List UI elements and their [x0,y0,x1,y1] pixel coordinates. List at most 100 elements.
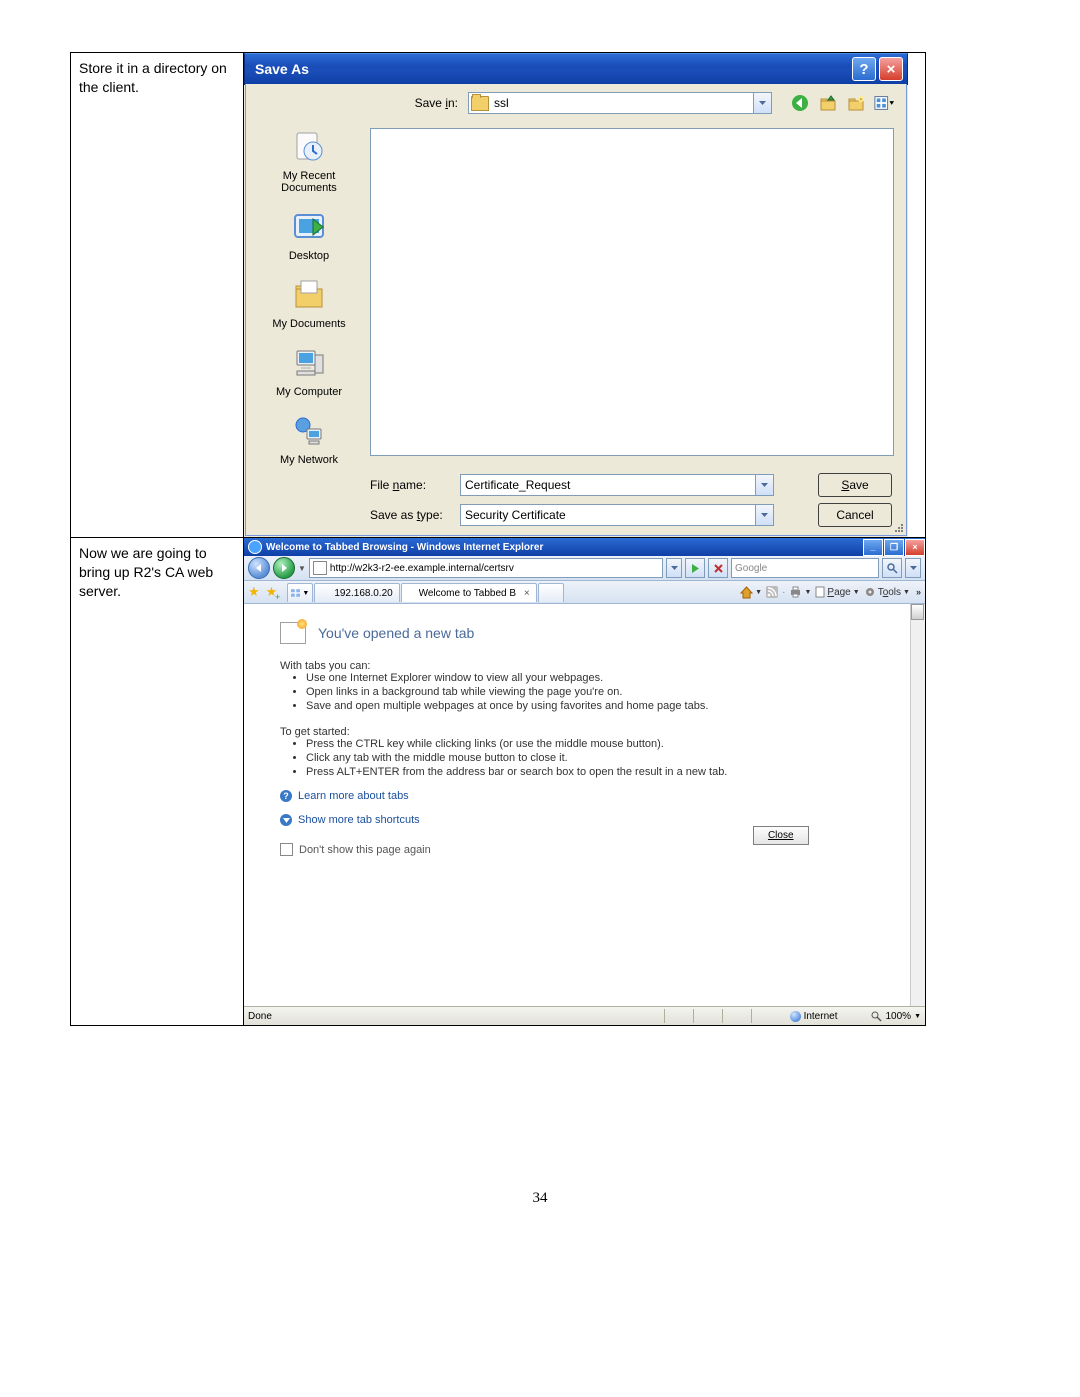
resize-grip-icon[interactable] [892,521,904,533]
dont-show-checkbox[interactable] [280,843,293,856]
vertical-scrollbar[interactable] [910,604,925,1007]
place-mycomputer[interactable]: My Computer [259,344,359,398]
zoom-icon [871,1011,882,1022]
get-started-list: Press the CTRL key while clicking links … [306,738,889,778]
search-dropdown[interactable] [905,558,921,578]
my-documents-icon [290,276,328,314]
restore-button[interactable]: ❐ [884,539,904,556]
back-button[interactable] [248,557,270,579]
place-desktop[interactable]: Desktop [259,208,359,262]
save-button[interactable]: Save [818,473,892,497]
go-refresh-button[interactable] [685,558,705,578]
place-mydocuments[interactable]: My Documents [259,276,359,330]
security-zone[interactable]: Internet [790,1011,838,1022]
go-back-icon[interactable] [790,93,810,113]
gear-icon [864,586,876,598]
up-one-level-icon[interactable] [818,93,838,113]
place-recent[interactable]: My Recent Documents [259,128,359,194]
ie-favorites-bar: ★ ★+ ▼ 192.168.0.20 [244,581,925,604]
type-dropdown-arrow[interactable] [755,504,774,526]
new-folder-icon[interactable]: ✶ [846,93,866,113]
page-number: 34 [0,1190,1080,1207]
filename-dropdown-arrow[interactable] [755,474,774,496]
show-more-link[interactable]: Show more tab shortcuts [280,814,889,826]
filename-label: File name: [370,478,460,492]
forward-button[interactable] [273,557,295,579]
favorites-center-icon[interactable]: ★ [248,584,260,600]
caption-cell-2: Now we are going to bring up R2's CA web… [71,538,244,1026]
home-icon [740,586,753,599]
help-button[interactable]: ? [852,57,876,81]
tab-close-icon[interactable]: × [524,588,530,599]
tools-menu[interactable]: Tools▼ [864,586,910,598]
dialog-titlebar[interactable]: Save As ? × [244,53,908,85]
search-box[interactable]: Google [731,558,879,578]
favorite-link-tab[interactable]: 192.168.0.20 [314,583,399,602]
newtab-heading: You've opened a new tab [318,625,474,641]
place-label: My Network [280,454,338,466]
ie-titlebar[interactable]: Welcome to Tabbed Browsing - Windows Int… [244,538,925,556]
save-as-dialog: Save As ? × Save in: ssl [244,53,908,537]
zoom-control[interactable]: 100% ▼ [871,1011,921,1022]
my-network-icon [290,412,328,450]
save-in-dropdown-arrow[interactable] [753,92,772,114]
minimize-button[interactable]: _ [863,539,883,556]
save-in-value: ssl [494,96,509,110]
place-label: My Computer [276,386,342,398]
search-go-button[interactable] [882,558,902,578]
print-menu[interactable]: ▼ [789,586,811,598]
add-favorites-icon[interactable]: ★+ [266,584,278,600]
search-placeholder: Google [735,563,767,574]
close-button[interactable]: × [905,539,925,556]
learn-more-link[interactable]: ? Learn more about tabs [280,790,889,802]
cancel-button[interactable]: Cancel [818,503,892,527]
address-text: http://w2k3-r2-ee.example.internal/certs… [330,563,514,574]
print-icon [789,586,802,598]
address-dropdown[interactable] [666,558,682,578]
feeds-button[interactable] [766,586,778,598]
close-button[interactable]: × [879,57,903,81]
with-tabs-list: Use one Internet Explorer window to view… [306,672,889,712]
ie-content-area: You've opened a new tab With tabs you ca… [244,603,925,1007]
ie-window-title: Welcome to Tabbed Browsing - Windows Int… [266,542,543,553]
dialog-title: Save As [255,61,309,77]
views-icon[interactable] [874,93,894,113]
new-tab-icon [280,622,306,644]
my-computer-icon [290,344,328,382]
chevron-more-icon[interactable]: » [916,587,921,597]
ie-page-icon [408,588,416,598]
stop-button[interactable] [708,558,728,578]
ie-window: Welcome to Tabbed Browsing - Windows Int… [244,538,925,1025]
save-in-combo[interactable]: ssl [468,92,754,114]
active-tab[interactable]: Welcome to Tabbed Brow… × [401,583,537,602]
close-content-button[interactable]: Close [753,826,809,845]
page-icon [815,586,825,598]
internet-zone-icon [790,1011,801,1022]
list-item: Press ALT+ENTER from the address bar or … [306,766,889,778]
place-label: My Recent Documents [281,170,337,194]
caption-cell-1: Store it in a directory on the client. [71,53,244,538]
place-mynetwork[interactable]: My Network [259,412,359,466]
dont-show-label: Don't show this page again [299,844,431,856]
help-icon: ? [280,790,292,802]
home-menu[interactable]: ▼ [740,586,762,599]
chevron-down-icon [280,814,292,826]
desktop-icon [290,208,328,246]
recent-documents-icon [290,128,328,166]
ie-page-icon [321,588,331,598]
quick-tabs-button[interactable]: ▼ [287,583,313,602]
folder-open-icon [471,96,489,111]
address-bar[interactable]: http://w2k3-r2-ee.example.internal/certs… [309,558,663,578]
list-item: Open links in a background tab while vie… [306,686,889,698]
filename-field[interactable]: Certificate_Request [460,474,756,496]
saveastype-label: Save as type: [370,508,460,522]
save-in-label: Save in: [366,96,468,110]
file-list-area[interactable] [370,128,894,456]
place-label: My Documents [272,318,345,330]
new-tab-button[interactable] [538,583,564,602]
page-menu[interactable]: Page▼ [815,586,859,598]
svg-text:✶: ✶ [859,97,863,103]
ie-logo-icon [248,540,262,554]
ie-status-bar: Done Internet 100% ▼ [244,1006,925,1025]
saveastype-field[interactable]: Security Certificate [460,504,756,526]
